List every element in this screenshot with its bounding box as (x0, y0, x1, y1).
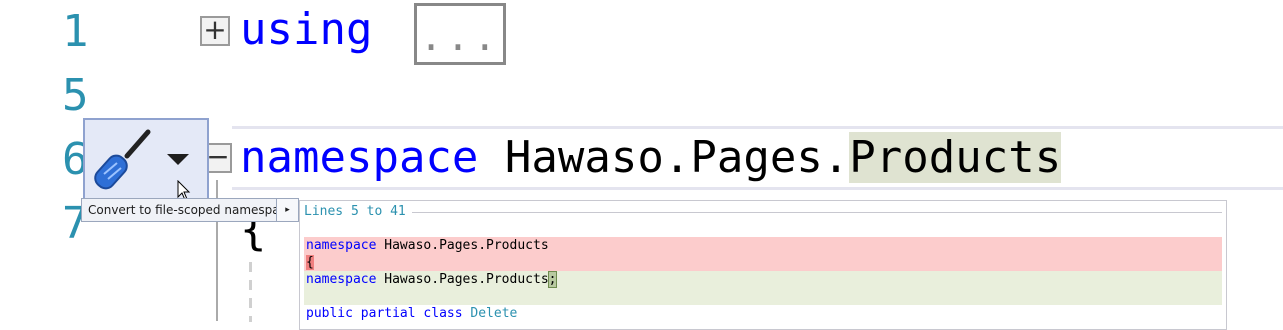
preview-namespace-text: Hawaso.Pages.Products (376, 272, 549, 287)
diff-added-blank (304, 288, 1222, 305)
expand-icon[interactable]: + (200, 16, 230, 46)
preview-namespace-text: Hawaso.Pages.Products (376, 238, 549, 253)
dashed-indent-guide (249, 262, 252, 322)
change-preview-pane: Lines 5 to 41 namespace Hawaso.Pages.Pro… (299, 200, 1227, 330)
diff-removed-line: { (304, 254, 1222, 271)
using-keyword: using (240, 4, 373, 55)
diff-removed-line: namespace Hawaso.Pages.Products (304, 237, 1222, 254)
preview-keyword: public (306, 306, 353, 321)
removed-brace: { (306, 255, 314, 270)
namespace-keyword: namespace (240, 132, 479, 183)
namespace-name: Hawaso.Pages. (504, 132, 850, 183)
line-number-5: 5 (62, 70, 89, 121)
preview-keyword: namespace (306, 238, 377, 253)
added-semicolon: ; (547, 271, 558, 288)
preview-context-line: public partial class Delete (304, 305, 1222, 322)
diff-added-line: namespace Hawaso.Pages.Products; (304, 271, 1222, 288)
line-number-1: 1 (62, 6, 89, 57)
preview-keyword: partial (360, 306, 416, 321)
submenu-arrow-icon[interactable]: ▸ (276, 199, 298, 221)
convert-to-file-scoped-namespace-item[interactable]: Convert to file-scoped namespace (88, 199, 294, 221)
collapsed-region[interactable]: ... (414, 3, 506, 65)
screwdriver-icon (94, 129, 151, 190)
collapse-icon[interactable]: − (206, 143, 232, 173)
namespace-name-highlight: Products (849, 132, 1062, 183)
preview-keyword: class (423, 306, 463, 321)
preview-title: Lines 5 to 41 (304, 204, 412, 219)
preview-type-name: Delete (470, 306, 518, 321)
preview-title-rule (304, 212, 1222, 213)
preview-keyword: namespace (306, 272, 377, 287)
caret-down-icon[interactable] (167, 154, 189, 166)
quick-actions-button[interactable] (83, 118, 209, 201)
quick-action-menu: Convert to file-scoped namespace ▸ (81, 198, 299, 222)
namespace-declaration[interactable]: namespace Hawaso.Pages.Products (240, 130, 1062, 186)
